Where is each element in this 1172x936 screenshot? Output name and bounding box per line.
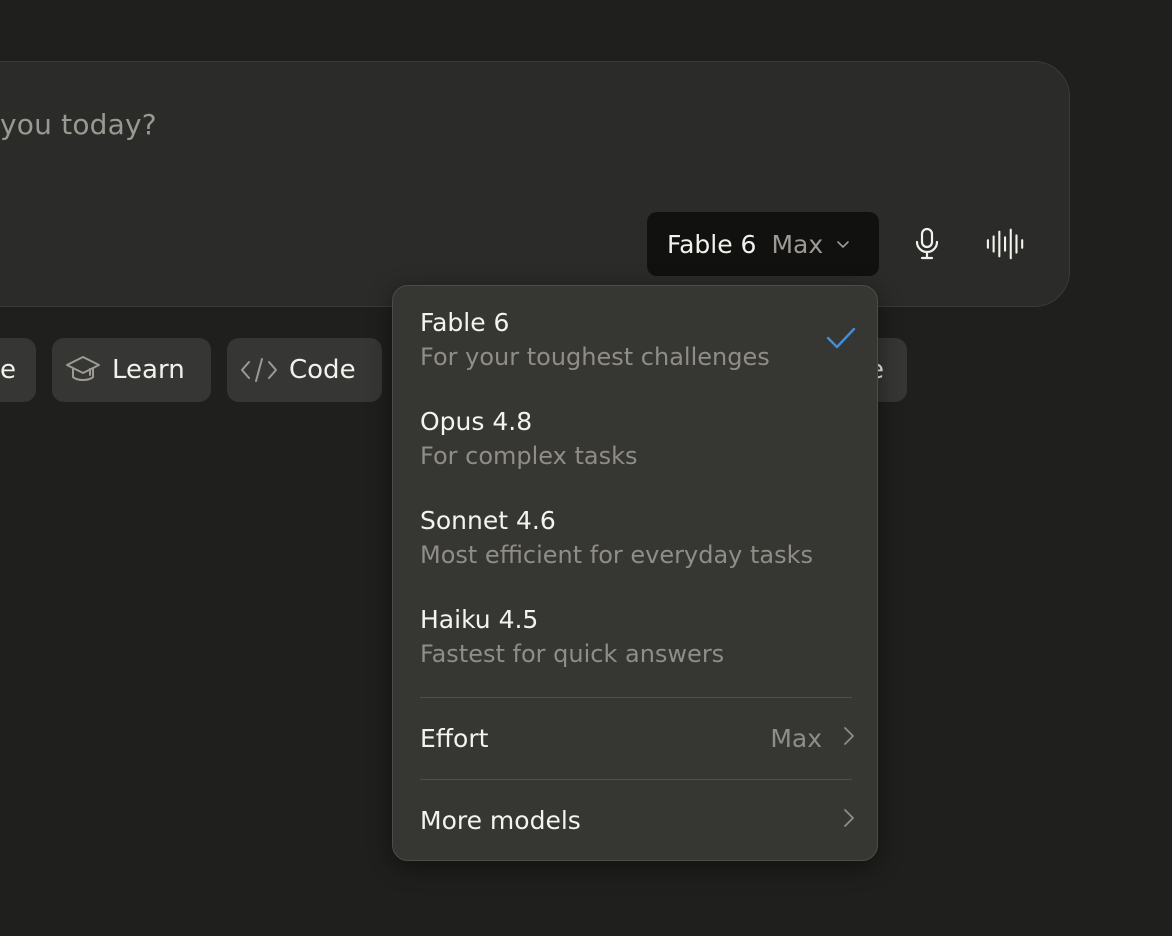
model-selector-button[interactable]: Fable 6 Max bbox=[647, 212, 879, 276]
model-option-name: Sonnet 4.6 bbox=[420, 506, 556, 535]
microphone-icon[interactable] bbox=[907, 224, 947, 264]
code-chip[interactable]: Code bbox=[227, 338, 382, 402]
menu-divider bbox=[420, 779, 852, 780]
effort-label: Effort bbox=[420, 723, 489, 753]
composer-placeholder[interactable]: you today? bbox=[0, 108, 157, 141]
effort-value: Max bbox=[770, 723, 822, 753]
model-option-opus-4-8[interactable]: Opus 4.8 For complex tasks bbox=[420, 407, 860, 471]
model-option-description: For your toughest challenges bbox=[420, 343, 770, 371]
chip-label: e bbox=[0, 355, 16, 385]
suggestion-chip[interactable]: e bbox=[0, 338, 36, 402]
model-option-description: Most efficient for everyday tasks bbox=[420, 541, 814, 569]
model-option-description: Fastest for quick answers bbox=[420, 640, 725, 668]
model-selector-name: Fable 6 bbox=[667, 229, 757, 259]
model-option-sonnet-4-6[interactable]: Sonnet 4.6 Most efficient for everyday t… bbox=[420, 506, 860, 570]
chevron-right-icon bbox=[842, 724, 856, 753]
model-option-haiku-4-5[interactable]: Haiku 4.5 Fastest for quick answers bbox=[420, 605, 860, 669]
chevron-down-icon bbox=[835, 236, 851, 252]
menu-divider bbox=[420, 697, 852, 698]
model-option-name: Fable 6 bbox=[420, 308, 510, 337]
chevron-right-icon bbox=[842, 806, 856, 835]
model-option-description: For complex tasks bbox=[420, 442, 638, 470]
effort-row[interactable]: Effort Max bbox=[420, 718, 856, 758]
model-selector-effort: Max bbox=[771, 229, 824, 259]
checkmark-icon bbox=[825, 326, 857, 354]
model-option-name: Haiku 4.5 bbox=[420, 605, 539, 634]
chip-label: Learn bbox=[112, 355, 185, 385]
model-option-name: Opus 4.8 bbox=[420, 407, 533, 436]
model-option-fable-6[interactable]: Fable 6 For your toughest challenges bbox=[420, 308, 860, 372]
model-dropdown-menu: Fable 6 For your toughest challenges Opu… bbox=[392, 285, 878, 861]
graduation-cap-icon bbox=[64, 354, 102, 386]
voice-waveform-icon[interactable] bbox=[986, 224, 1026, 264]
more-models-label: More models bbox=[420, 805, 581, 835]
code-icon bbox=[239, 356, 279, 384]
more-models-row[interactable]: More models bbox=[420, 800, 856, 840]
chat-composer bbox=[0, 61, 1070, 307]
learn-chip[interactable]: Learn bbox=[52, 338, 211, 402]
chip-label: Code bbox=[289, 355, 356, 385]
